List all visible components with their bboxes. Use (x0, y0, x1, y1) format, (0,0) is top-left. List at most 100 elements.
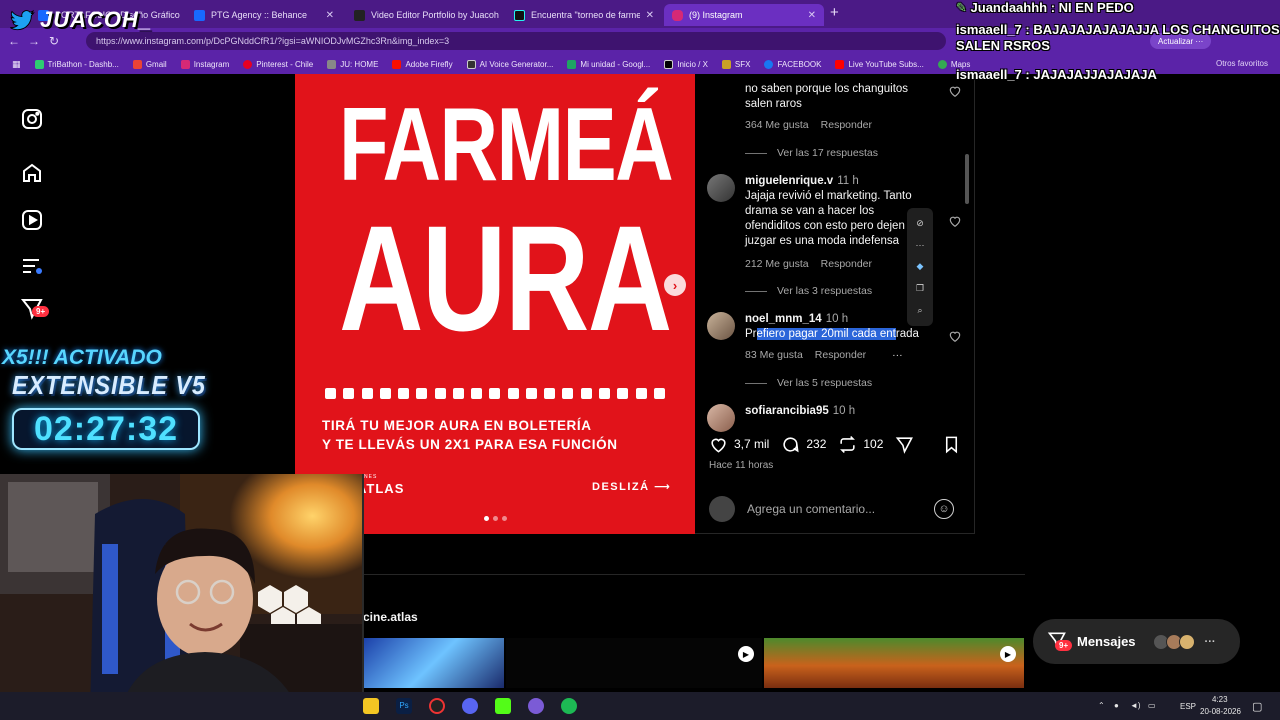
kick-icon[interactable] (495, 698, 511, 714)
add-comment-row: Agrega un comentario... (709, 496, 961, 522)
comment-username[interactable]: sofiarancibia95 (745, 405, 829, 417)
chat-message: ✎ Juandaahhh : NI EN PEDO (956, 0, 1134, 15)
view-replies[interactable]: Ver las 17 respuestas (745, 147, 878, 159)
microphone-icon[interactable]: ● (1114, 701, 1119, 710)
instagram-logo-icon[interactable] (20, 107, 44, 131)
spotify-icon[interactable] (561, 698, 577, 714)
like-button[interactable]: 3,7 mil (709, 435, 769, 454)
repost-icon (840, 435, 856, 453)
comment-likes[interactable]: 212 Me gusta (745, 258, 809, 270)
related-post-thumbnail[interactable]: ▶ (764, 638, 1024, 688)
discord-icon[interactable] (462, 698, 478, 714)
reply-button[interactable]: Responder (821, 258, 872, 270)
reply-button[interactable]: Responder (815, 349, 866, 361)
comment-button[interactable]: 232 (781, 435, 826, 454)
bookmark-label: Pinterest - Chile (256, 59, 314, 69)
bookmark-ai-voice[interactable]: AI Voice Generator... (466, 59, 553, 69)
comment-input[interactable]: Agrega un comentario... (747, 502, 875, 516)
tray-chevron-icon[interactable]: ⌃ (1098, 701, 1105, 710)
bookmark-youtube-subs[interactable]: Live YouTube Subs... (835, 59, 924, 69)
view-replies-label: Ver las 5 respuestas (777, 377, 873, 389)
reload-icon[interactable]: ↻ (44, 34, 64, 48)
leaf-icon: ✎ (956, 0, 967, 15)
clock-time[interactable]: 4:23 (1212, 695, 1228, 704)
view-replies[interactable]: Ver las 5 respuestas (745, 377, 872, 389)
file-explorer-icon[interactable] (363, 698, 379, 714)
forward-icon[interactable]: → (24, 34, 44, 48)
avatar[interactable] (707, 312, 735, 340)
chat-user: ismaaell_7 (956, 22, 1022, 37)
comment-content: noel_mnm_14 10 h Prefiero pagar 20mil cad… (745, 312, 930, 342)
tab-tiktok-search[interactable]: Encuentra "torneo de farmear aura" ✕ (506, 4, 662, 26)
bookmark-adobe-firefly[interactable]: Adobe Firefly (392, 59, 453, 69)
more-icon[interactable]: ··· (1205, 636, 1216, 648)
network-icon[interactable]: ▭ (1148, 701, 1156, 710)
bookmark-tribathon[interactable]: TriBathon - Dashb... (34, 59, 119, 69)
bookmark-ju-home[interactable]: JU: HOME (327, 59, 378, 69)
next-slide-button[interactable]: › (664, 274, 686, 296)
comment-likes[interactable]: 364 Me gusta (745, 119, 809, 131)
swipe-hint: DESLIZÁ ⟶ (592, 480, 671, 493)
like-comment-icon[interactable] (948, 214, 962, 228)
back-icon[interactable]: ← (4, 34, 24, 48)
comment-username[interactable]: noel_mnm_14 (745, 313, 822, 325)
emoji-icon[interactable]: ☺ (934, 499, 954, 519)
behance-icon (194, 9, 205, 21)
view-replies[interactable]: Ver las 3 respuestas (745, 285, 872, 297)
bookmark-instagram[interactable]: Instagram (180, 59, 229, 69)
obs-icon[interactable] (429, 698, 445, 714)
tab-instagram[interactable]: (9) Instagram ✕ (664, 4, 824, 26)
hide-icon[interactable]: ⊘ (916, 218, 924, 229)
photoshop-icon[interactable]: Ps (396, 698, 412, 714)
tab-video-editor[interactable]: Video Editor Portfolio by Juacoh ✕ (346, 4, 502, 26)
close-tab-icon[interactable]: ✕ (808, 10, 816, 21)
instagram-icon (672, 9, 683, 21)
app-icon[interactable] (528, 698, 544, 714)
related-post-thumbnail[interactable]: ▶ (506, 638, 762, 688)
post-image[interactable]: FARMEÁ AURA TIRÁ TU MEJOR AURA EN BOLETE… (295, 74, 695, 534)
clock-date[interactable]: 20-08-2026 (1200, 707, 1241, 716)
search-icon[interactable]: ⌕ (917, 305, 922, 316)
comments-scrollbar[interactable] (965, 154, 969, 204)
reply-button[interactable]: Responder (821, 119, 872, 131)
avatar[interactable] (707, 174, 735, 202)
repost-button[interactable]: 102 (838, 435, 883, 454)
apps-icon[interactable]: ▦ (12, 59, 21, 70)
volume-icon[interactable]: ◄) (1130, 701, 1141, 710)
related-post-thumbnail[interactable] (363, 638, 504, 688)
repost-count: 102 (863, 437, 884, 451)
more-icon[interactable]: ··· (916, 240, 925, 250)
bookmark-pinterest[interactable]: Pinterest - Chile (243, 59, 314, 69)
close-tab-icon[interactable]: ✕ (646, 10, 654, 21)
tab-ptg-agency[interactable]: PTG Agency :: Behance ✕ (186, 4, 342, 26)
comment-time: 10 h (832, 405, 856, 417)
notification-center-icon[interactable]: ▢ (1252, 700, 1262, 713)
more-from-account[interactable]: cine.atlas (363, 610, 418, 624)
chat-message: ismaaell_7 : BAJAJAJAJAJAJJA LOS CHANGUI… (956, 22, 1280, 53)
comment-likes[interactable]: 83 Me gusta (745, 349, 803, 361)
share-button[interactable] (895, 435, 914, 454)
reels-icon[interactable] (20, 208, 44, 232)
url-field[interactable]: https://www.instagram.com/p/DcPGNddCfR1/… (86, 32, 946, 50)
more-options-icon[interactable]: ··· (892, 349, 903, 361)
like-comment-icon[interactable] (948, 329, 962, 343)
bookmark-icon (34, 59, 44, 69)
home-icon[interactable] (20, 161, 44, 185)
copilot-icon[interactable]: ◆ (917, 261, 924, 272)
bookmark-sfx[interactable]: SFX (721, 59, 750, 69)
bookmark-facebook[interactable]: FACEBOOK (764, 59, 821, 69)
timer-subtitle: EXTENSIBLE V5 (12, 370, 206, 400)
bookmark-google-drive[interactable]: Mi unidad - Googl... (567, 59, 650, 69)
messages-button[interactable]: 9+ Mensajes ··· (1033, 619, 1240, 664)
avatar[interactable] (707, 404, 735, 432)
menu-icon[interactable] (20, 254, 44, 278)
new-tab-button[interactable]: + (830, 4, 839, 21)
send-icon[interactable]: 9+ (20, 296, 50, 320)
comment-username[interactable]: miguelenrique.v (745, 175, 833, 187)
close-tab-icon[interactable]: ✕ (326, 10, 334, 21)
save-button[interactable] (942, 435, 961, 454)
language-indicator[interactable]: ESP (1180, 702, 1196, 711)
bookmark-gmail[interactable]: Gmail (132, 59, 167, 69)
copy-icon[interactable]: ❐ (916, 283, 924, 294)
bookmark-x[interactable]: Inicio / X (664, 59, 708, 69)
